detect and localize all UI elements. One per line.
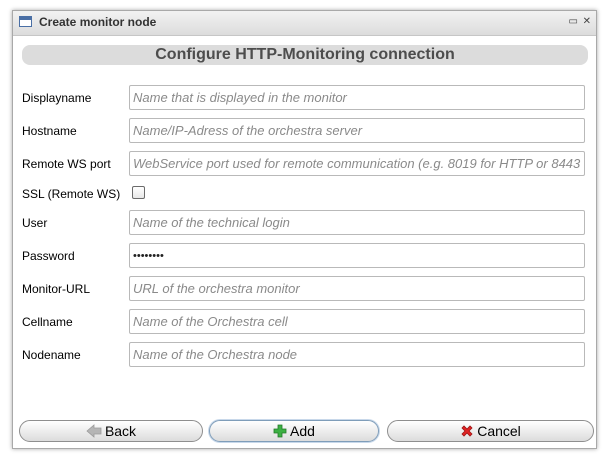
nodename-row: Nodename xyxy=(22,342,588,367)
remote-ws-port-label: Remote WS port xyxy=(22,157,111,171)
form-header: Configure HTTP-Monitoring connection xyxy=(22,45,588,65)
hostname-label: Hostname xyxy=(22,124,77,138)
add-button-label: Add xyxy=(290,423,315,439)
remote-ws-port-row: Remote WS port xyxy=(22,151,588,176)
nodename-input[interactable] xyxy=(129,342,585,367)
password-label: Password xyxy=(22,249,75,263)
plus-icon xyxy=(273,424,287,438)
window-icon xyxy=(19,16,32,27)
ssl-label: SSL (Remote WS) xyxy=(22,187,121,201)
remote-ws-port-input[interactable] xyxy=(129,151,585,176)
back-button[interactable]: Back xyxy=(19,420,203,442)
hostname-row: Hostname xyxy=(22,118,588,143)
ssl-row: SSL (Remote WS) xyxy=(22,181,588,206)
user-input[interactable] xyxy=(129,210,585,235)
displayname-row: Displayname xyxy=(22,85,588,110)
arrow-left-icon xyxy=(86,424,102,438)
cellname-row: Cellname xyxy=(22,309,588,334)
hostname-input[interactable] xyxy=(129,118,585,143)
cancel-button-label: Cancel xyxy=(477,423,521,439)
displayname-input[interactable] xyxy=(129,85,585,110)
cellname-label: Cellname xyxy=(22,315,73,329)
dialog-window: Create monitor node ▭ ✕ Configure HTTP-M… xyxy=(12,10,597,449)
form-title: Configure HTTP-Monitoring connection xyxy=(155,46,455,63)
password-row: Password xyxy=(22,243,588,268)
window-title: Create monitor node xyxy=(39,15,157,29)
add-button[interactable]: Add xyxy=(209,420,379,442)
cellname-input[interactable] xyxy=(129,309,585,334)
user-row: User xyxy=(22,210,588,235)
ssl-checkbox[interactable] xyxy=(132,186,145,199)
back-button-label: Back xyxy=(104,423,137,439)
maximize-icon[interactable]: ▭ xyxy=(569,16,578,28)
monitor-url-row: Monitor-URL xyxy=(22,276,588,301)
user-label: User xyxy=(22,216,48,230)
monitor-url-input[interactable] xyxy=(129,276,585,301)
close-icon[interactable]: ✕ xyxy=(583,16,591,28)
x-icon xyxy=(461,425,473,437)
cancel-button[interactable]: Cancel xyxy=(387,420,594,442)
password-input[interactable] xyxy=(129,243,585,268)
title-bar[interactable]: Create monitor node ▭ ✕ xyxy=(13,11,596,36)
monitor-url-label: Monitor-URL xyxy=(22,282,91,296)
nodename-label: Nodename xyxy=(22,348,81,362)
displayname-label: Displayname xyxy=(22,91,92,105)
